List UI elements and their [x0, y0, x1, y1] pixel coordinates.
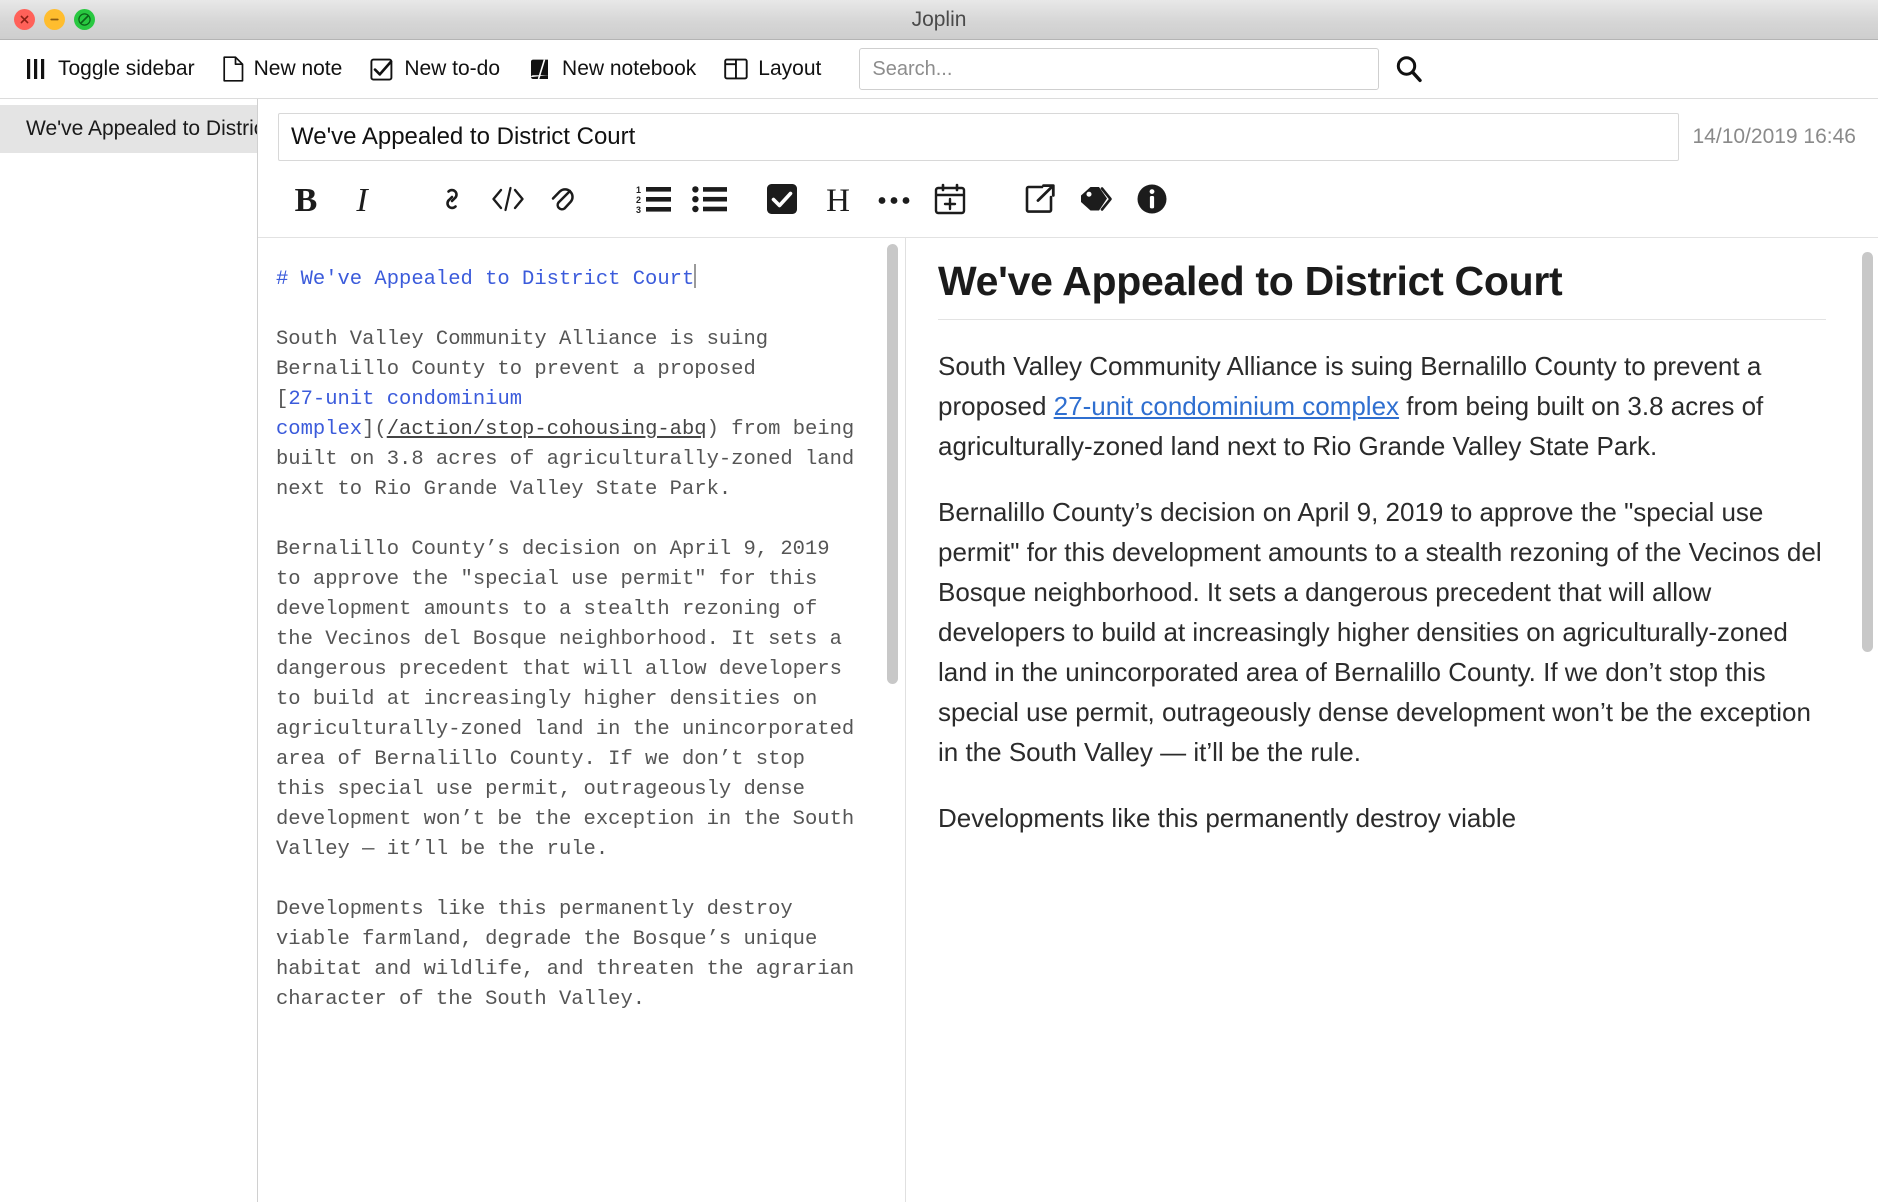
editor-preview-panes: # We've Appealed to District Court South… — [258, 238, 1878, 1202]
checkbox-checked-icon — [370, 57, 394, 81]
preview-scrollbar-thumb[interactable] — [1862, 252, 1873, 652]
search-area — [859, 48, 1423, 90]
svg-text:3: 3 — [636, 205, 641, 214]
formatting-toolbar: B I 123 H — [258, 171, 1878, 238]
tag-icon — [1079, 185, 1113, 218]
app-body: We've Appealed to District Court 14/10/2… — [0, 98, 1878, 1202]
toggle-sidebar-label: Toggle sidebar — [58, 57, 195, 80]
text-caret — [694, 264, 697, 288]
toggle-sidebar-button[interactable]: Toggle sidebar — [12, 51, 209, 87]
layout-label: Layout — [758, 57, 822, 80]
bulleted-list-icon — [692, 184, 728, 219]
ellipsis-icon — [877, 192, 911, 211]
new-note-button[interactable]: New note — [209, 50, 357, 88]
insert-date-time-button[interactable] — [922, 175, 978, 227]
layout-columns-icon — [724, 58, 748, 80]
markdown-editor-pane[interactable]: # We've Appealed to District Court South… — [258, 238, 906, 1202]
new-todo-label: New to-do — [404, 57, 501, 80]
attach-file-button[interactable] — [536, 175, 592, 227]
preview-link[interactable]: 27-unit condominium complex — [1054, 391, 1399, 421]
window-titlebar: Joplin — [0, 0, 1878, 40]
note-properties-button[interactable] — [1124, 175, 1180, 227]
horizontal-rule-button[interactable] — [866, 175, 922, 227]
markdown-source-text[interactable]: # We've Appealed to District Court South… — [258, 238, 905, 1015]
heading-button[interactable]: H — [810, 175, 866, 227]
svg-text:2: 2 — [636, 195, 641, 205]
close-icon — [20, 15, 29, 24]
search-input[interactable] — [859, 48, 1380, 90]
notebook-icon — [528, 57, 552, 81]
italic-label: I — [356, 182, 368, 219]
layout-button[interactable]: Layout — [710, 51, 835, 87]
checkbox-button[interactable] — [754, 175, 810, 227]
open-external-editor-button[interactable] — [1012, 175, 1068, 227]
note-list-item[interactable]: We've Appealed to District Court — [0, 105, 257, 153]
new-note-label: New note — [253, 57, 343, 80]
paperclip-icon — [548, 182, 580, 221]
preview-paragraph-2: Bernalillo County’s decision on April 9,… — [938, 497, 1822, 767]
hyperlink-button[interactable] — [424, 175, 480, 227]
note-list: We've Appealed to District Court — [0, 99, 258, 1202]
svg-text:1: 1 — [636, 185, 641, 195]
preview-scrollbar[interactable] — [1860, 238, 1874, 1202]
calendar-plus-icon — [934, 183, 966, 220]
markdown-link-close: ]( — [362, 418, 387, 441]
page-icon — [222, 56, 244, 82]
new-notebook-button[interactable]: New notebook — [514, 51, 710, 87]
minimize-window-button[interactable] — [44, 9, 65, 30]
window-title: Joplin — [911, 7, 967, 31]
main-toolbar: Toggle sidebar New note New to-do New no… — [0, 40, 1878, 98]
preview-paragraph-3: Developments like this permanently destr… — [938, 803, 1517, 833]
new-todo-button[interactable]: New to-do — [356, 51, 514, 87]
sidebar-bars-icon — [26, 57, 48, 81]
numbered-list-button[interactable]: 123 — [626, 175, 682, 227]
markdown-scrollbar[interactable] — [885, 238, 899, 1202]
checkbox-filled-icon — [766, 183, 798, 220]
external-link-icon — [1024, 183, 1056, 220]
code-brackets-icon — [490, 184, 526, 219]
bulleted-list-button[interactable] — [682, 175, 738, 227]
numbered-list-icon: 123 — [636, 184, 672, 219]
maximize-window-button[interactable] — [74, 9, 95, 30]
markdown-heading-line: # We've Appealed to District Court — [276, 268, 695, 291]
tags-button[interactable] — [1068, 175, 1124, 227]
preview-pane: We've Appealed to District Court South V… — [906, 238, 1878, 1202]
note-title-row: 14/10/2019 16:46 — [258, 99, 1878, 171]
link-chain-icon — [435, 182, 469, 221]
code-button[interactable] — [480, 175, 536, 227]
maximize-icon — [78, 13, 91, 26]
markdown-para3: Developments like this permanently destr… — [276, 898, 855, 1011]
search-icon[interactable] — [1395, 55, 1423, 83]
italic-button[interactable]: I — [334, 175, 390, 227]
new-notebook-label: New notebook — [562, 57, 697, 80]
markdown-link-url[interactable]: /action/stop-cohousing-abq — [387, 418, 707, 441]
window-controls — [14, 9, 95, 30]
close-window-button[interactable] — [14, 9, 35, 30]
bold-button[interactable]: B — [278, 175, 334, 227]
editor-column: 14/10/2019 16:46 B I — [258, 99, 1878, 1202]
note-list-item-title: We've Appealed to District Court — [26, 117, 257, 140]
note-updated-date: 14/10/2019 16:46 — [1692, 125, 1857, 148]
markdown-para2: Bernalillo County’s decision on April 9,… — [276, 538, 855, 861]
preview-heading: We've Appealed to District Court — [938, 258, 1826, 320]
minimize-icon — [50, 18, 59, 21]
note-title-input[interactable] — [278, 113, 1679, 161]
info-icon — [1136, 183, 1168, 220]
markdown-scrollbar-thumb[interactable] — [887, 244, 898, 684]
bold-label: B — [294, 182, 318, 219]
heading-label: H — [826, 182, 850, 219]
preview-paragraph-1: South Valley Community Alliance is suing… — [938, 346, 1826, 466]
